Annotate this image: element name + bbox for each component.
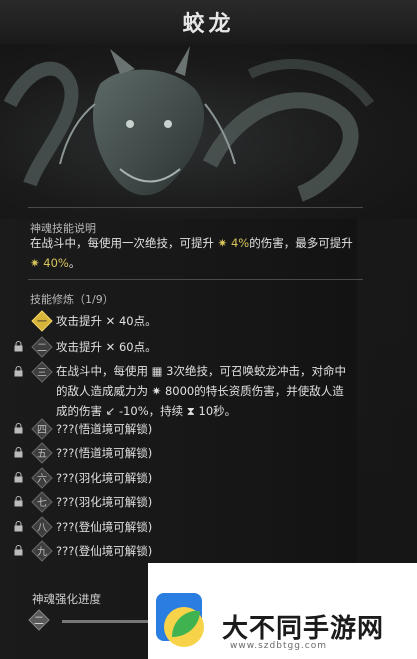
page-title: 蛟龙 — [182, 11, 235, 37]
training-row-text: ???(登仙境可解锁) — [56, 520, 153, 534]
skill-desc-line2-post: 。 — [68, 256, 81, 270]
svg-text:一: 一 — [37, 317, 47, 328]
level-diamond-icon: 九 — [31, 540, 53, 562]
skill-desc-line1-pre: 在战斗中，每使用一次绝技，可提升 — [30, 236, 218, 250]
lock-icon — [14, 341, 23, 352]
training-row-text: ???(羽化境可解锁) — [56, 495, 153, 509]
svg-text:八: 八 — [37, 523, 47, 534]
lock-icon — [14, 472, 23, 483]
training-row[interactable]: 九 ???(登仙境可解锁) — [14, 540, 384, 562]
level-diamond-icon: 五 — [31, 442, 53, 464]
leaf-logo-icon — [156, 593, 204, 647]
svg-text:三: 三 — [37, 368, 47, 379]
training-row[interactable]: 三在战斗中，每使用 ▦ 3次绝技，可召唤蛟龙冲击，对命中 的敌人造成威力为 ✷ 8… — [14, 361, 384, 418]
training-row[interactable]: 八 ???(登仙境可解锁) — [14, 516, 384, 538]
level-diamond-icon: 六 — [31, 467, 53, 489]
level-diamond-icon: 一 — [31, 310, 53, 332]
lock-icon — [14, 496, 23, 507]
dragon-illustration — [0, 44, 417, 219]
training-row[interactable]: 二攻击提升 ✕ 60点。 — [14, 336, 384, 358]
training-row[interactable]: 一攻击提升 ✕ 40点。 — [14, 310, 384, 332]
training-row[interactable]: 六 ???(羽化境可解锁) — [14, 467, 384, 489]
svg-text:二: 二 — [37, 343, 47, 354]
sun-icon: ✷ — [217, 236, 231, 250]
divider — [28, 279, 363, 280]
level-diamond-icon: 二 — [31, 336, 53, 358]
training-row-text: ???(悟道境可解锁) — [56, 446, 153, 460]
watermark-url: www.szdbtgg.com — [230, 641, 327, 651]
lock-icon — [14, 366, 23, 377]
svg-text:六: 六 — [37, 473, 47, 485]
svg-text:四: 四 — [37, 425, 47, 436]
training-row-desc-line: 的敌人造成威力为 ✷ 8000的特长资质伤害，并使敌人造 — [56, 384, 344, 398]
level-diamond-icon: 七 — [31, 491, 53, 513]
level-diamond-icon: 四 — [31, 418, 53, 440]
training-row-text: 攻击提升 ✕ 60点。 — [56, 340, 157, 354]
training-heading: 技能修炼（1/9） — [30, 293, 114, 306]
sun-icon: ✷ — [30, 256, 44, 270]
training-row-text: ???(羽化境可解锁) — [56, 471, 153, 485]
training-row-desc-line: 在战斗中，每使用 ▦ 3次绝技，可召唤蛟龙冲击，对命中 — [56, 364, 346, 378]
watermark-text: 大不同手游网 — [222, 614, 385, 644]
lock-icon — [14, 423, 23, 434]
divider — [28, 207, 363, 208]
training-row-text: ???(登仙境可解锁) — [56, 544, 153, 558]
skill-desc-value1: 4% — [230, 236, 250, 250]
training-row-text: ???(悟道境可解锁) — [56, 422, 153, 436]
level-diamond-icon: 八 — [31, 516, 53, 538]
training-row-desc: 在战斗中，每使用 ▦ 3次绝技，可召唤蛟龙冲击，对命中 的敌人造成威力为 ✷ 80… — [56, 361, 356, 421]
progress-numeral: 二 — [34, 616, 44, 627]
lock-icon — [14, 447, 23, 458]
training-row-text: 攻击提升 ✕ 40点。 — [56, 314, 157, 328]
progress-bar — [62, 620, 152, 623]
training-row[interactable]: 七 ???(羽化境可解锁) — [14, 491, 384, 513]
skill-desc-text: 在战斗中，每使用一次绝技，可提升 ✷ 4%的伤害，最多可提升 ✷ 40%。 — [30, 233, 370, 273]
skill-desc-value2: 40% — [43, 256, 69, 270]
svg-text:五: 五 — [37, 449, 47, 460]
svg-text:七: 七 — [37, 497, 47, 509]
title-bar: 蛟龙 — [0, 0, 417, 45]
lock-icon — [14, 545, 23, 556]
training-row[interactable]: 四 ???(悟道境可解锁) — [14, 418, 384, 440]
skill-desc-line1-post: 的伤害，最多可提升 — [249, 236, 353, 250]
progress-label: 神魂强化进度 — [32, 592, 101, 606]
progress-level-icon: 二 — [28, 609, 50, 631]
dragon-art — [3, 46, 374, 202]
training-row[interactable]: 五 ???(悟道境可解锁) — [14, 442, 384, 464]
lock-icon — [14, 521, 23, 532]
svg-text:九: 九 — [37, 546, 47, 558]
level-diamond-icon: 三 — [31, 361, 53, 383]
